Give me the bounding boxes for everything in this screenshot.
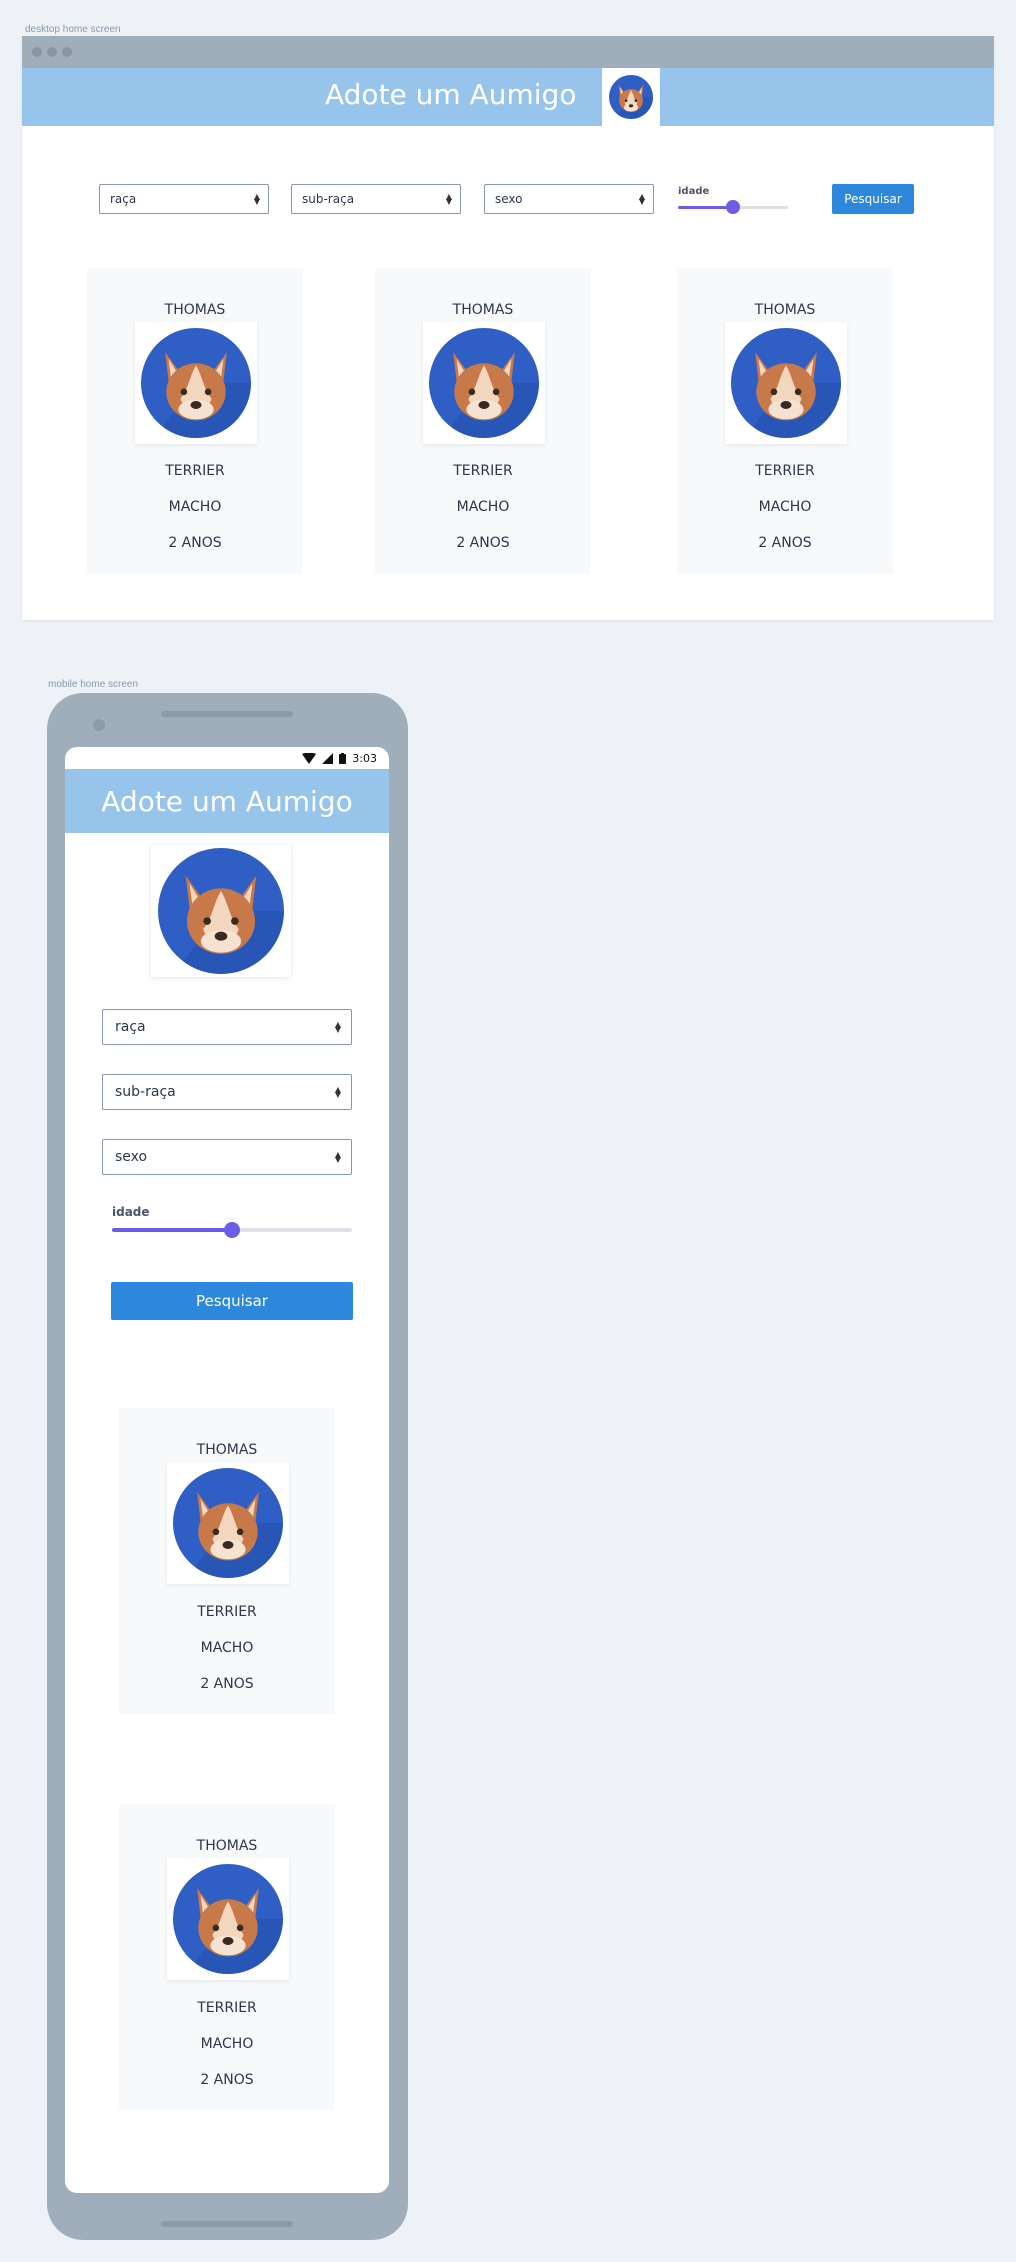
pet-age: 2 ANOS [200, 1676, 254, 1692]
status-time: 3:03 [352, 751, 377, 765]
pet-sex: MACHO [456, 499, 510, 515]
sub-breed-select-value: sub-raça [115, 1084, 176, 1100]
age-label: idade [112, 1205, 150, 1219]
pet-breed: TERRIER [197, 2000, 257, 2016]
dog-avatar-icon [173, 1864, 283, 1974]
app-title: Adote um Aumigo [101, 784, 353, 818]
age-slider-fill [112, 1228, 232, 1232]
breed-select[interactable]: raça ▲ ▼ [102, 1009, 352, 1045]
pet-name: THOMAS [196, 1838, 258, 1854]
age-slider-thumb[interactable] [224, 1222, 240, 1238]
search-button[interactable]: Pesquisar [832, 184, 914, 214]
status-bar: 3:03 [65, 747, 389, 769]
dog-avatar-icon [731, 328, 841, 438]
pet-photo [725, 322, 847, 444]
dog-avatar-icon [609, 75, 653, 119]
speaker [161, 711, 293, 717]
select-arrows-icon: ▲ ▼ [334, 1020, 341, 1034]
wifi-icon [302, 752, 317, 764]
breed-select-value: raça [110, 192, 137, 206]
window-chrome [22, 36, 994, 68]
pet-name: THOMAS [196, 1442, 258, 1458]
sex-select[interactable]: sexo ▲ ▼ [102, 1139, 352, 1175]
battery-icon [339, 752, 347, 764]
pet-name: THOMAS [754, 302, 816, 318]
pet-card[interactable]: THOMAS TERRIER MACHO 2 ANOS [375, 268, 591, 574]
pet-name: THOMAS [452, 302, 514, 318]
window-dot-icon [32, 47, 42, 57]
pet-name: THOMAS [164, 302, 226, 318]
dog-avatar-icon [173, 1468, 283, 1578]
select-arrows-icon: ▲ ▼ [253, 192, 260, 206]
app-title: Adote um Aumigo [325, 78, 577, 111]
pet-card[interactable]: THOMAS TERRIER MACHO 2 ANOS [87, 268, 303, 574]
pet-sex: MACHO [168, 499, 222, 515]
pet-age: 2 ANOS [200, 2072, 254, 2088]
pet-card[interactable]: THOMAS TERRIER MACHO 2 ANOS [119, 1408, 335, 1714]
age-slider[interactable] [678, 200, 788, 214]
breed-select[interactable]: raça ▲ ▼ [99, 184, 269, 214]
sub-breed-select[interactable]: sub-raça ▲ ▼ [102, 1074, 352, 1110]
age-slider[interactable] [112, 1222, 352, 1238]
pet-photo [423, 322, 545, 444]
mobile-header-bar: Adote um Aumigo [65, 769, 389, 833]
select-arrows-icon: ▲ ▼ [334, 1085, 341, 1099]
dog-avatar-icon [158, 848, 284, 974]
pet-photo [167, 1858, 289, 1980]
phone-frame: 3:03 Adote um Aumigo raça ▲ ▼ sub-raça ▲ ▼… [47, 693, 408, 2240]
select-arrows-icon: ▲ ▼ [638, 192, 645, 206]
desktop-frame-label: desktop home screen [25, 24, 121, 35]
select-arrows-icon: ▲ ▼ [445, 192, 452, 206]
age-slider-fill [678, 206, 733, 209]
dog-avatar-icon [141, 328, 251, 438]
signal-icon [322, 752, 334, 764]
sub-breed-select-value: sub-raça [302, 192, 355, 206]
pet-card[interactable]: THOMAS TERRIER MACHO 2 ANOS [677, 268, 893, 574]
mobile-frame-label: mobile home screen [48, 679, 139, 690]
pet-card[interactable]: THOMAS TERRIER MACHO 2 ANOS [119, 1804, 335, 2110]
window-dot-icon [47, 47, 57, 57]
select-arrows-icon: ▲ ▼ [334, 1150, 341, 1164]
age-label: idade [678, 186, 710, 197]
sex-select-value: sexo [115, 1149, 148, 1165]
dog-avatar-icon [429, 328, 539, 438]
mobile-logo [151, 845, 291, 977]
pet-photo [135, 322, 257, 444]
pet-breed: TERRIER [165, 463, 225, 479]
phone-screen: 3:03 Adote um Aumigo raça ▲ ▼ sub-raça ▲ ▼… [65, 747, 389, 2193]
pet-age: 2 ANOS [456, 535, 510, 551]
search-button[interactable]: Pesquisar [111, 1282, 353, 1320]
camera-icon [93, 719, 105, 731]
pet-breed: TERRIER [197, 1604, 257, 1620]
pet-sex: MACHO [200, 2036, 254, 2052]
pet-sex: MACHO [200, 1640, 254, 1656]
pet-photo [167, 1462, 289, 1584]
header-bar: Adote um Aumigo [22, 68, 994, 126]
sex-select-value: sexo [495, 192, 523, 206]
sex-select[interactable]: sexo ▲ ▼ [484, 184, 654, 214]
pet-age: 2 ANOS [168, 535, 222, 551]
breed-select-value: raça [115, 1019, 146, 1035]
home-indicator [161, 2221, 293, 2227]
age-slider-thumb[interactable] [726, 200, 740, 214]
window-dot-icon [62, 47, 72, 57]
header-logo [602, 68, 660, 126]
pet-sex: MACHO [758, 499, 812, 515]
pet-breed: TERRIER [453, 463, 513, 479]
pet-breed: TERRIER [755, 463, 815, 479]
pet-age: 2 ANOS [758, 535, 812, 551]
desktop-window: Adote um Aumigo raça ▲ ▼ sub-raça ▲ ▼ sexo… [22, 36, 994, 620]
sub-breed-select[interactable]: sub-raça ▲ ▼ [291, 184, 461, 214]
